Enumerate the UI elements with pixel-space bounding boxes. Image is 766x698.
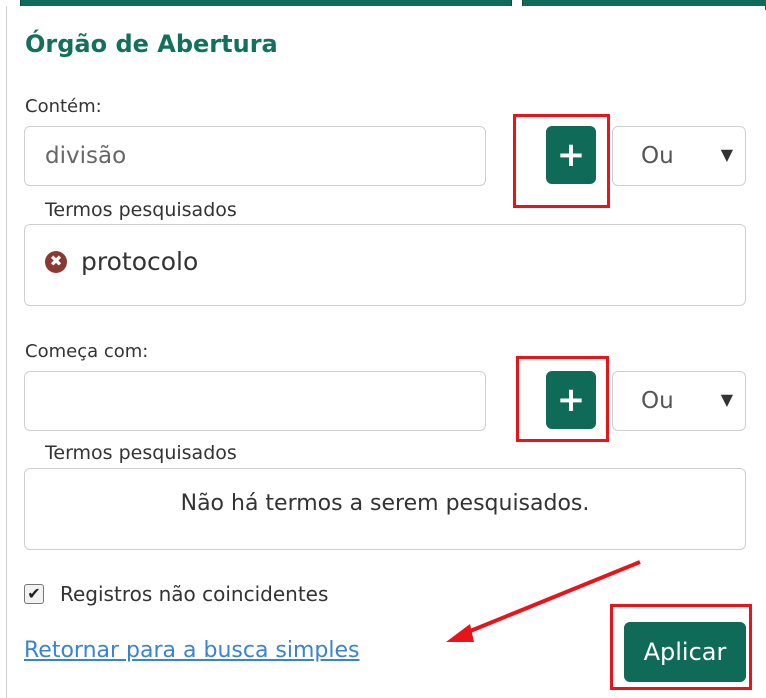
non-matching-label: Registros não coincidentes (60, 582, 329, 606)
starts-with-operator-select[interactable]: Ou ▼ (612, 371, 746, 431)
plus-icon: + (556, 135, 586, 175)
contains-terms-label: Termos pesquisados (45, 199, 237, 221)
contains-operator-select[interactable]: Ou ▼ (612, 126, 746, 186)
starts-with-input[interactable] (24, 371, 486, 431)
contains-terms-box: ✖ protocolo (24, 224, 746, 306)
empty-terms-message: Não há termos a serem pesquisados. (180, 491, 590, 516)
contains-label: Contém: (25, 96, 102, 117)
non-matching-option[interactable]: ✔ Registros não coincidentes (24, 582, 328, 606)
starts-with-terms-label: Termos pesquisados (45, 442, 237, 464)
starts-with-operator-value: Ou (641, 388, 674, 414)
panel-title: Órgão de Abertura (25, 30, 278, 58)
non-matching-checkbox[interactable]: ✔ (24, 584, 44, 604)
starts-with-terms-box: Não há termos a serem pesquisados. (24, 468, 746, 550)
remove-circle-icon[interactable]: ✖ (45, 250, 67, 273)
caret-down-icon: ▼ (720, 390, 733, 409)
contains-input[interactable] (24, 126, 486, 186)
starts-with-label: Começa com: (25, 341, 149, 362)
back-to-simple-search-link[interactable]: Retornar para a busca simples (24, 638, 360, 663)
caret-down-icon: ▼ (720, 145, 733, 164)
add-contains-term-button[interactable]: + (546, 126, 596, 184)
check-icon: ✔ (27, 584, 41, 603)
add-starts-with-term-button[interactable]: + (546, 371, 596, 429)
apply-button[interactable]: Aplicar (624, 622, 746, 682)
contains-operator-value: Ou (641, 143, 674, 169)
term-tag: ✖ protocolo (45, 247, 198, 276)
term-text: protocolo (81, 247, 199, 276)
plus-icon: + (556, 380, 586, 420)
